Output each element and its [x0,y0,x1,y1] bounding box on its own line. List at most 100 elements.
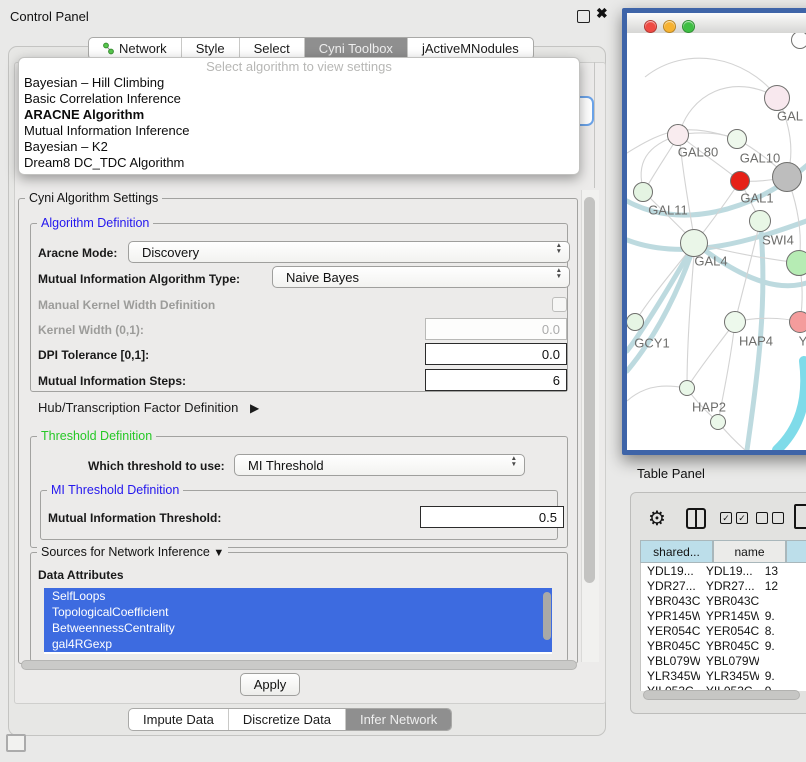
table-horizontal-scrollbar-thumb[interactable] [643,690,800,700]
close-traffic-light[interactable] [644,20,657,33]
table-cell: YLR345W [700,669,759,683]
mi-steps-field[interactable]: 6 [425,369,567,391]
data-attributes-list[interactable]: SelfLoopsTopologicalCoefficientBetweenne… [44,588,552,654]
spinner-arrows-icon: ▲▼ [556,268,562,280]
deselect-all-columns-icon[interactable] [756,512,784,524]
network-node[interactable] [679,380,695,396]
checked-box-icon: ✓ [720,512,732,524]
table-cell: 9. [759,609,806,623]
node-label-gal4: GAL4 [694,254,727,269]
table-row[interactable]: YBL079WYBL079W [641,653,806,668]
tab-cyni-toolbox[interactable]: Cyni Toolbox [305,38,408,59]
node-label-y: Y [799,334,806,349]
table-cell: 8. [759,624,806,638]
tab-label: Network [119,41,167,56]
tab-label: Impute Data [143,712,214,727]
manual-kernel-checkbox[interactable] [552,297,567,312]
aracne-mode-value: Discovery [142,245,199,260]
column-header-a[interactable]: A [786,540,806,563]
dpi-tolerance-field[interactable]: 0.0 [425,343,567,365]
node-label-swi4: SWI4 [762,233,794,248]
table-row[interactable]: YBR043CYBR043C [641,593,806,608]
network-node[interactable] [791,33,806,49]
docked-window-icon[interactable] [6,734,26,752]
panel-horizontal-scrollbar-thumb[interactable] [21,660,577,670]
table-row[interactable]: YBR045CYBR045C9. [641,638,806,653]
node-label-gal: GAL [777,109,803,124]
tab-select[interactable]: Select [240,38,305,59]
mi-type-label: Mutual Information Algorithm Type: [38,272,240,286]
aracne-mode-select[interactable]: Discovery ▲▼ [128,241,570,263]
attribute-item-gal4rgexp[interactable]: gal4RGexp [44,636,552,652]
app-root: { "control_panel": { "title": "Control P… [0,0,806,762]
tab-jactivemnodules[interactable]: jActiveMNodules [408,38,533,59]
tab-network[interactable]: Network [89,38,182,59]
hub-definition-toggle[interactable]: Hub/Transcription Factor Definition ▶ [38,400,259,415]
table-cell: 12 [759,579,806,593]
float-window-icon[interactable] [577,10,590,23]
node-label-gal10: GAL10 [740,151,780,166]
mi-steps-value: 6 [553,373,560,388]
network-node[interactable] [749,210,771,232]
network-node[interactable] [710,414,726,430]
export-table-icon[interactable] [794,504,806,529]
which-threshold-select[interactable]: MI Threshold ▲▼ [234,454,525,476]
tab-infer-network[interactable]: Infer Network [346,709,451,730]
apply-button[interactable]: Apply [240,673,300,696]
zoom-traffic-light[interactable] [682,20,695,33]
attribute-item-topologicalcoefficient[interactable]: TopologicalCoefficient [44,604,552,620]
column-header-shared-[interactable]: shared... [640,540,713,563]
attributes-scrollbar-thumb[interactable] [543,592,551,640]
table-row[interactable]: YDL19...YDL19...13 [641,563,806,578]
kernel-width-field[interactable]: 0.0 [425,318,567,340]
network-node[interactable] [730,171,750,191]
algorithm-option-mutual-information-inference[interactable]: Mutual Information Inference [19,123,579,139]
network-node[interactable] [786,250,806,276]
network-node[interactable] [667,124,689,146]
mi-steps-label: Mutual Information Steps: [38,374,186,388]
table-row[interactable]: YPR145WYPR145W9. [641,608,806,623]
algorithm-option-bayesian-hill-climbing[interactable]: Bayesian – Hill Climbing [19,75,579,91]
network-node[interactable] [727,129,747,149]
network-node[interactable] [633,182,653,202]
mi-threshold-field[interactable]: 0.5 [420,506,564,528]
table-row[interactable]: YDR27...YDR27...12 [641,578,806,593]
network-node[interactable] [772,162,802,192]
network-node[interactable] [789,311,806,333]
sources-legend[interactable]: Sources for Network Inference ▼ [37,545,228,559]
which-threshold-label: Which threshold to use: [88,459,225,473]
mi-type-select[interactable]: Naive Bayes ▲▼ [272,266,570,288]
close-icon[interactable]: ✖ [596,5,608,22]
network-node[interactable] [764,85,790,111]
which-threshold-value: MI Threshold [248,458,324,473]
aracne-mode-label: Aracne Mode: [38,246,117,260]
algorithm-option-bayesian-k2[interactable]: Bayesian – K2 [19,139,579,155]
column-header-name[interactable]: name [713,540,786,563]
tab-impute-data[interactable]: Impute Data [129,709,229,730]
hub-definition-label: Hub/Transcription Factor Definition [38,400,238,415]
checked-box-icon: ✓ [736,512,748,524]
column-layout-icon[interactable] [686,508,706,529]
select-all-columns-icon[interactable]: ✓ ✓ [720,512,748,524]
mi-threshold-legend: MI Threshold Definition [47,483,183,497]
node-label-hap2: HAP2 [692,400,726,415]
tab-discretize-data[interactable]: Discretize Data [229,709,346,730]
table-settings-gear-icon[interactable]: ⚙ [648,506,666,531]
attribute-item-betweennesscentrality[interactable]: BetweennessCentrality [44,620,552,636]
attribute-item-selfloops[interactable]: SelfLoops [44,588,552,604]
algorithm-option-basic-correlation-inference[interactable]: Basic Correlation Inference [19,91,579,107]
tab-style[interactable]: Style [182,38,240,59]
network-canvas[interactable]: GALGAL80GAL10GAL1GAL11SWI4GAL4GCY1HAP4YH… [627,33,806,450]
mi-threshold-label: Mutual Information Threshold: [48,511,221,525]
panel-vertical-scrollbar-thumb[interactable] [584,197,595,583]
table-row[interactable]: YLR345WYLR345W9. [641,668,806,683]
network-window-titlebar[interactable] [627,13,806,34]
minimize-traffic-light[interactable] [663,20,676,33]
threshold-definition-legend: Threshold Definition [37,429,156,443]
tab-label: Discretize Data [243,712,331,727]
table-row[interactable]: YER054CYER054C8. [641,623,806,638]
table-cell: YBR045C [641,639,700,653]
algorithm-option-aracne-algorithm[interactable]: ARACNE Algorithm [19,107,579,123]
network-node[interactable] [724,311,746,333]
algorithm-option-dream8-dc-tdc-algorithm[interactable]: Dream8 DC_TDC Algorithm [19,155,579,171]
